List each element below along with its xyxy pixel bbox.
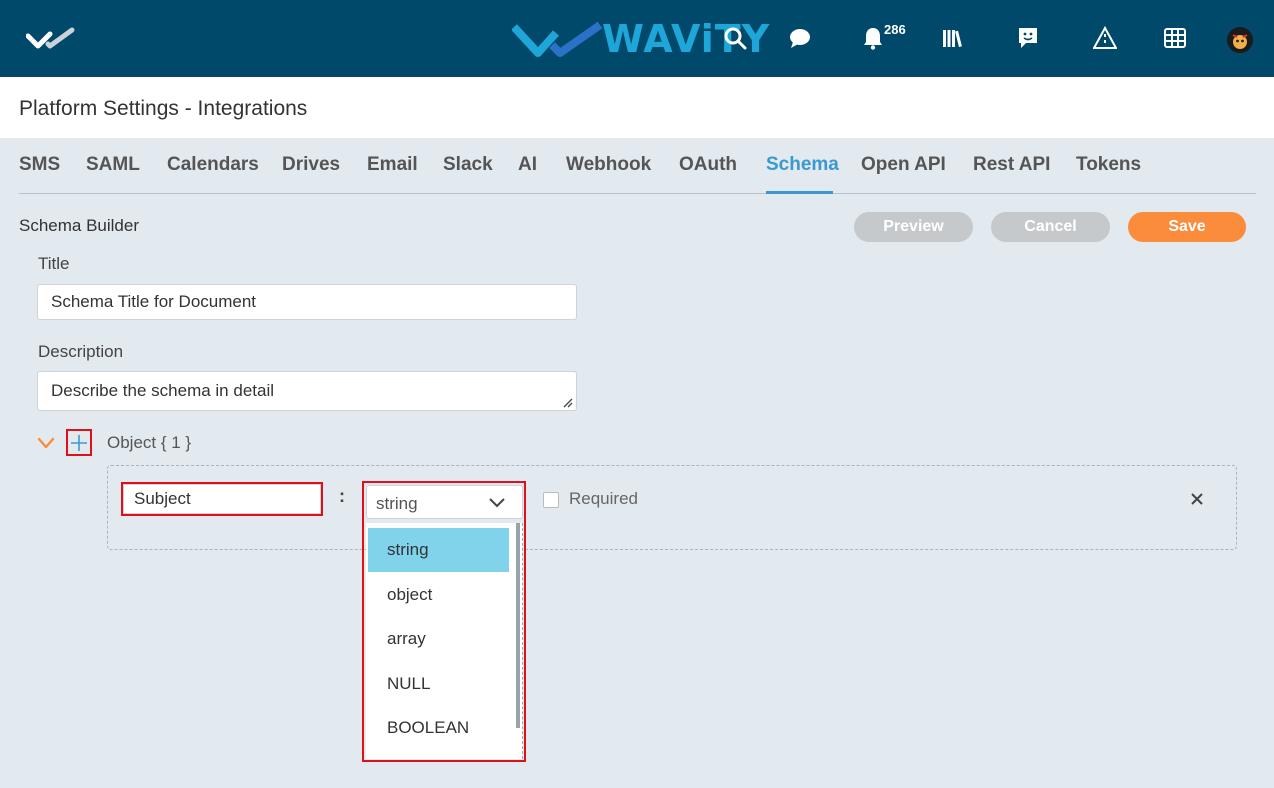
type-select[interactable]: string — [366, 485, 523, 519]
type-select-highlight: string string object array NULL BOOLEAN — [362, 481, 526, 762]
top-bar: WAViTY 286 — [0, 0, 1274, 77]
type-option-boolean[interactable]: BOOLEAN — [368, 706, 509, 750]
tab-tokens[interactable]: Tokens — [1076, 154, 1141, 176]
type-option-object[interactable]: object — [368, 573, 509, 617]
collapse-chevron-icon[interactable] — [37, 435, 55, 451]
type-dropdown: string object array NULL BOOLEAN — [366, 523, 523, 759]
tab-schema[interactable]: Schema — [766, 154, 839, 176]
property-colon: : — [339, 486, 345, 506]
active-tab-indicator — [766, 191, 833, 194]
dropdown-scrollbar[interactable] — [516, 523, 520, 728]
tab-slack[interactable]: Slack — [443, 154, 493, 176]
cancel-button[interactable]: Cancel — [991, 212, 1110, 242]
type-option-string[interactable]: string — [368, 528, 509, 572]
tab-calendars[interactable]: Calendars — [167, 154, 259, 176]
integration-tabs: SMS SAML Calendars Drives Email Slack AI… — [19, 138, 1256, 194]
object-label: Object { 1 } — [107, 433, 192, 452]
required-checkbox[interactable] — [543, 492, 559, 508]
notification-count: 286 — [884, 22, 906, 37]
page-title: Platform Settings - Integrations — [19, 97, 308, 120]
description-input[interactable]: Describe the schema in detail — [37, 371, 577, 411]
resize-grip-icon[interactable] — [562, 397, 573, 408]
road-icon[interactable] — [1091, 24, 1119, 52]
type-option-array[interactable]: array — [368, 617, 509, 661]
property-name-input[interactable] — [123, 484, 321, 514]
schema-builder-heading: Schema Builder — [19, 216, 140, 235]
search-icon[interactable] — [721, 24, 749, 52]
chat-icon[interactable] — [786, 24, 814, 52]
tab-sms[interactable]: SMS — [19, 154, 60, 176]
save-button[interactable]: Save — [1128, 212, 1246, 242]
feedback-icon[interactable] — [1014, 24, 1042, 52]
library-icon[interactable] — [939, 24, 967, 52]
close-icon[interactable] — [1189, 491, 1205, 507]
page-title-bar: Platform Settings - Integrations — [0, 77, 1274, 138]
tab-saml[interactable]: SAML — [86, 154, 140, 176]
type-option-null[interactable]: NULL — [368, 662, 509, 706]
tab-drives[interactable]: Drives — [282, 154, 340, 176]
tab-open-api[interactable]: Open API — [861, 154, 946, 176]
description-label: Description — [38, 342, 124, 361]
add-property-button[interactable] — [66, 429, 92, 456]
chevron-down-icon — [489, 498, 505, 508]
tab-webhook[interactable]: Webhook — [566, 154, 651, 176]
title-input[interactable] — [37, 284, 577, 320]
tab-oauth[interactable]: OAuth — [679, 154, 737, 176]
avatar[interactable] — [1227, 27, 1253, 53]
grid-icon[interactable] — [1161, 24, 1189, 52]
double-check-logo-icon[interactable] — [26, 26, 76, 52]
bell-icon[interactable] — [859, 24, 887, 52]
type-select-value: string — [376, 494, 418, 513]
brand-mark-icon — [512, 21, 603, 57]
tab-email[interactable]: Email — [367, 154, 418, 176]
title-label: Title — [38, 254, 70, 273]
tab-rest-api[interactable]: Rest API — [973, 154, 1050, 176]
preview-button[interactable]: Preview — [854, 212, 973, 242]
property-name-highlight — [121, 482, 323, 516]
plus-icon — [71, 434, 87, 451]
required-label: Required — [569, 489, 638, 508]
tab-ai[interactable]: AI — [518, 154, 537, 176]
